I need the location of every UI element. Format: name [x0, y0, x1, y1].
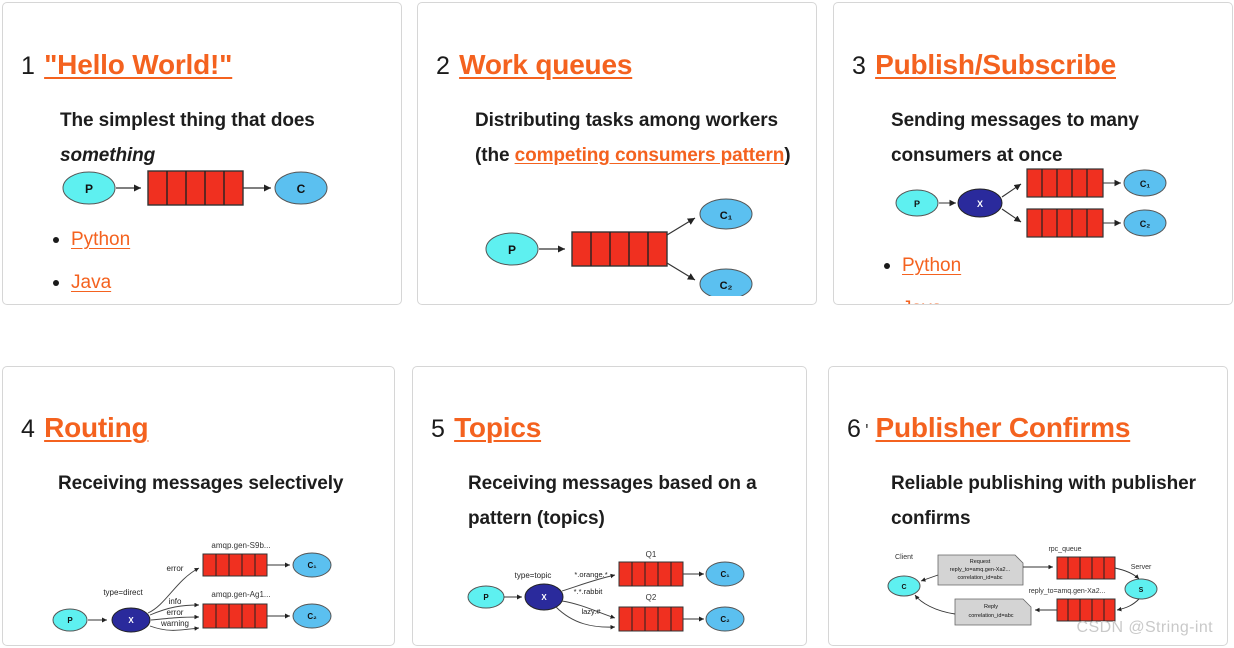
svg-text:C₂: C₂: [720, 280, 733, 292]
tutorial-card-2[interactable]: 2 Work queues Distributing tasks among w…: [417, 2, 817, 305]
client-label: Client: [895, 554, 913, 561]
tutorial-number-6: 6: [847, 415, 862, 443]
tutorial-heading-4: 4 Routing: [21, 412, 149, 444]
tutorial-grid-page: 1 "Hello World!" The simplest thing that…: [0, 0, 1234, 648]
description-line-1: Sending messages to many: [891, 110, 1139, 131]
svg-text:X: X: [977, 199, 983, 209]
svg-text:correlation_id=abc: correlation_id=abc: [968, 613, 1013, 619]
svg-text:C₂: C₂: [720, 615, 730, 624]
tutorial-title-link-3[interactable]: Publish/Subscribe: [875, 49, 1116, 81]
svg-text:P: P: [508, 243, 516, 257]
svg-text:C: C: [297, 182, 306, 196]
description-line-1: The simplest thing that does: [60, 110, 315, 131]
diagram-hello-world: P C: [55, 163, 335, 213]
svg-text:S: S: [1139, 587, 1144, 594]
svg-text:correlation_id=abc: correlation_id=abc: [957, 575, 1002, 581]
svg-text:P: P: [914, 199, 920, 209]
link-java-1[interactable]: Java: [71, 272, 111, 293]
link-python-3[interactable]: Python: [902, 255, 961, 276]
diagram-publish-subscribe: P X C₁ C₂: [894, 163, 1169, 241]
tutorial-number-1: 1: [21, 52, 36, 80]
tutorial-description-4: Receiving messages selectively: [58, 466, 368, 501]
list-item[interactable]: Java: [902, 287, 961, 304]
svg-text:C₁: C₁: [1140, 179, 1150, 189]
svg-text:lazy.#: lazy.#: [581, 607, 601, 616]
tutorial-heading-2: 2 Work queues: [436, 49, 632, 81]
svg-text:reply_to=amq.gen-Xa2...: reply_to=amq.gen-Xa2...: [950, 567, 1011, 573]
tutorial-title-link-2[interactable]: Work queues: [459, 49, 632, 81]
svg-text:*.orange.*: *.orange.*: [574, 570, 607, 579]
tutorial-card-6[interactable]: 6 ' Publisher Confirms Reliable publishi…: [828, 366, 1228, 646]
tutorial-title-link-5[interactable]: Topics: [454, 412, 541, 444]
tutorial-number-3: 3: [852, 52, 867, 80]
tutorial-description-6: Reliable publishing with publisher confi…: [891, 466, 1211, 536]
queue-label-q1: Q1: [646, 550, 657, 559]
tutorial-card-4[interactable]: 4 Routing Receiving messages selectively…: [2, 366, 395, 646]
svg-text:Request: Request: [970, 559, 991, 565]
queue-label-reply: reply_to=amq.gen-Xa2...: [1029, 588, 1106, 595]
svg-text:C₁: C₁: [720, 570, 730, 579]
list-item[interactable]: Java: [52, 261, 130, 304]
tutorial-title-link-4[interactable]: Routing: [44, 412, 149, 444]
description-line-1: Receiving messages: [58, 473, 244, 494]
tutorial-links-3: Python Java: [880, 244, 961, 304]
tutorial-number-2: 2: [436, 52, 451, 80]
diagram-topics: Q1 Q2 type=topic P X *.orange.* *.*.rabb…: [463, 542, 748, 642]
tutorial-links-1: Python Java: [49, 218, 130, 304]
svg-text:Reply: Reply: [984, 604, 998, 610]
svg-text:warning: warning: [160, 619, 189, 628]
queue-label-rpc: rpc_queue: [1048, 546, 1081, 553]
svg-text:P: P: [85, 182, 93, 196]
tutorial-heading-5: 5 Topics: [431, 412, 541, 444]
description-line-1: Reliable publishing with: [891, 473, 1107, 494]
svg-text:C₂: C₂: [307, 612, 317, 621]
watermark-csdn: CSDN @String-int: [1076, 619, 1213, 636]
svg-text:C₂: C₂: [1140, 219, 1151, 229]
svg-text:C: C: [901, 584, 906, 591]
queue-label-2: amqp.gen-Ag1...: [211, 590, 270, 599]
tutorial-card-3[interactable]: 3 Publish/Subscribe Sending messages to …: [833, 2, 1233, 305]
link-competing-consumers-pattern[interactable]: competing consumers pattern: [515, 145, 785, 166]
tutorial-number-4: 4: [21, 415, 36, 443]
queue-label-1: amqp.gen-S9b...: [211, 541, 270, 550]
tutorial-card-5[interactable]: 5 Topics Receiving messages based on a p…: [412, 366, 807, 646]
svg-text:C₁: C₁: [307, 561, 317, 570]
svg-text:X: X: [541, 593, 547, 602]
svg-text:error: error: [167, 564, 184, 573]
list-item[interactable]: Python: [52, 218, 130, 261]
tutorial-title-link-6[interactable]: Publisher Confirms: [876, 412, 1131, 444]
svg-text:*.*.rabbit: *.*.rabbit: [574, 587, 604, 596]
svg-text:X: X: [128, 616, 134, 625]
tutorial-description-5: Receiving messages based on a pattern (t…: [468, 466, 798, 536]
svg-text:info: info: [169, 597, 182, 606]
diagram-routing: amqp.gen-S9b... amqp.gen-Ag1... type=dir…: [51, 535, 336, 643]
tutorial-description-2: Distributing tasks among workers (the co…: [475, 103, 795, 173]
description-line-2: selectively: [248, 473, 344, 494]
tutorial-title-link-1[interactable]: "Hello World!": [44, 49, 232, 81]
diagram-work-queues: P C₁ C₂: [480, 198, 760, 296]
tutorial-heading-1: 1 "Hello World!": [21, 49, 232, 81]
queue-label-q2: Q2: [646, 593, 657, 602]
description-post-2: ): [784, 145, 791, 166]
svg-text:C₁: C₁: [720, 210, 733, 222]
tutorial-card-1[interactable]: 1 "Hello World!" The simplest thing that…: [2, 2, 402, 305]
svg-text:error: error: [167, 608, 184, 617]
tutorial-heading-6: 6 ' Publisher Confirms: [847, 412, 1130, 444]
description-line-1: Receiving messages based: [468, 473, 713, 494]
tutorial-tick-mark-6: ': [865, 421, 869, 441]
link-python-1[interactable]: Python: [71, 229, 130, 250]
tutorial-number-5: 5: [431, 415, 446, 443]
svg-text:P: P: [483, 593, 489, 602]
exchange-type-label: type=direct: [103, 588, 143, 597]
svg-text:P: P: [67, 616, 73, 625]
tutorial-heading-3: 3 Publish/Subscribe: [852, 49, 1116, 81]
list-item[interactable]: Python: [883, 244, 961, 287]
link-java-3[interactable]: Java: [902, 298, 942, 304]
exchange-type-label: type=topic: [515, 571, 552, 580]
server-label: Server: [1131, 564, 1152, 571]
